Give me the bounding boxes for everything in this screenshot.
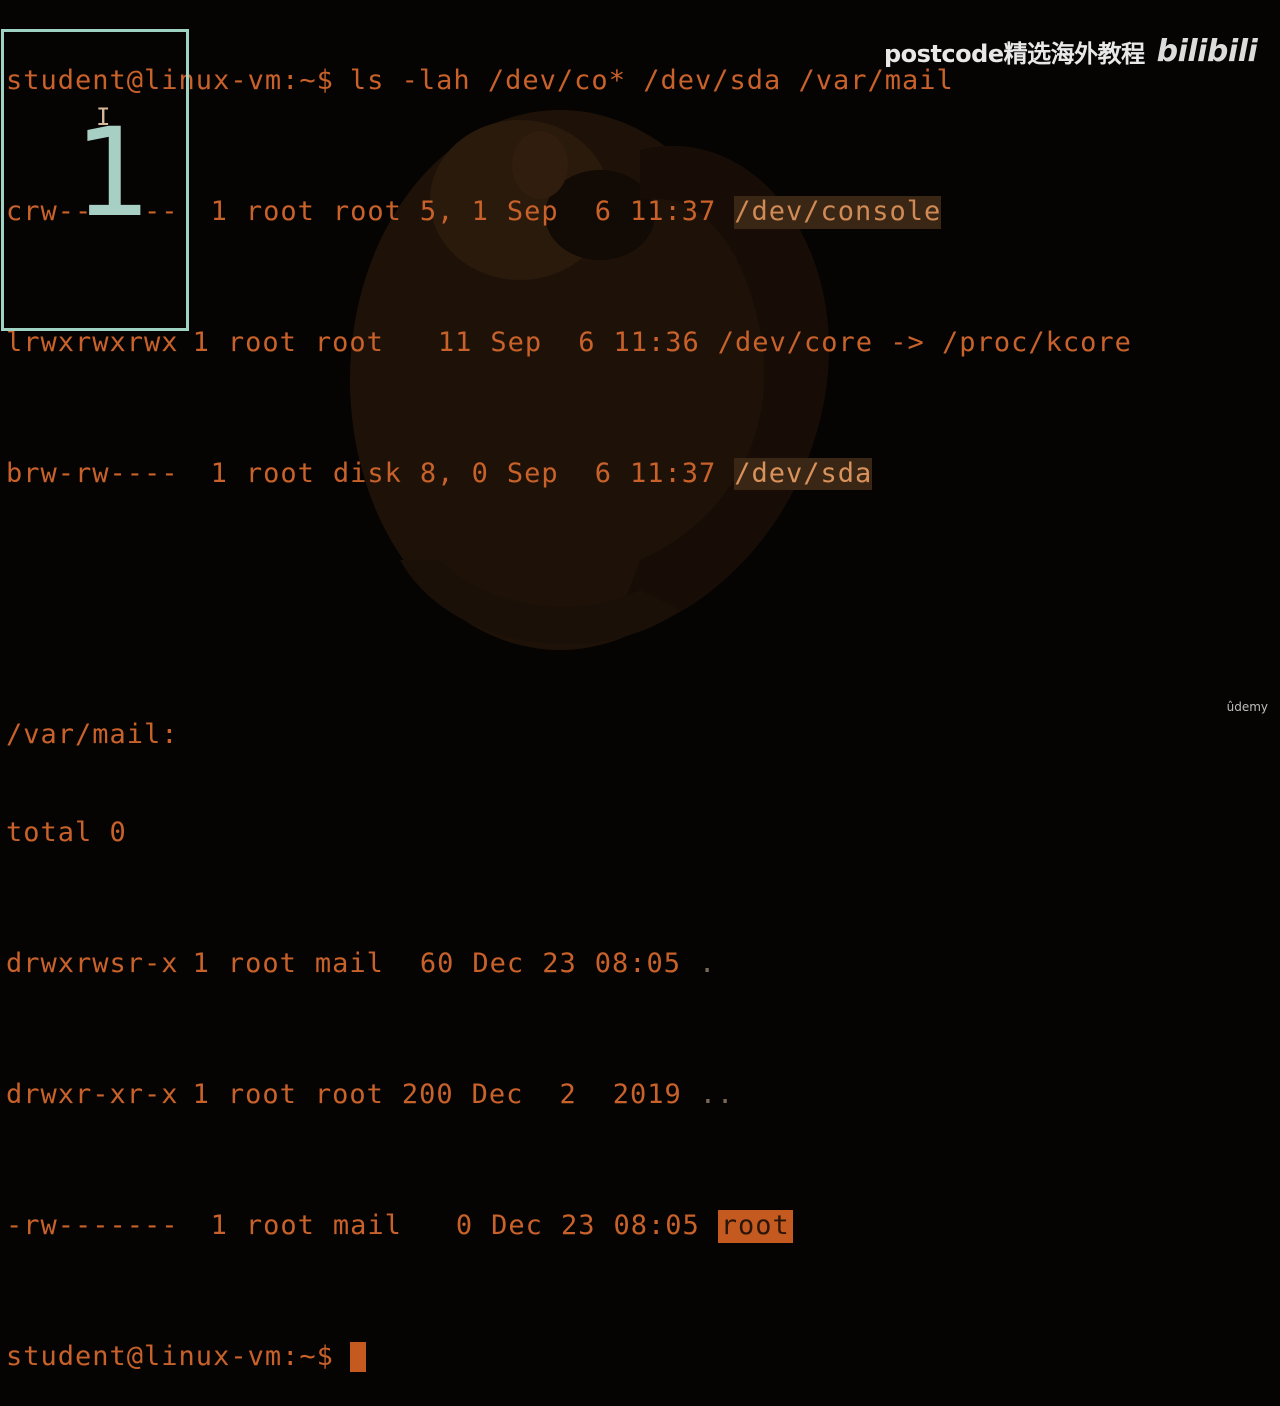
perms: -rw-------	[6, 1209, 179, 1241]
listing-row: brw-rw---- 1 root disk 8, 0 Sep 6 11:37/dev/sda	[6, 457, 1132, 491]
perms: drwxr-xr-x	[6, 1079, 179, 1111]
listing-row: drwxr-xr-x 1 root root 200 Dec 2 2019..	[6, 1079, 1132, 1112]
month: Dec	[491, 1209, 543, 1241]
terminal-cursor	[349, 1341, 366, 1372]
size: 0	[455, 1209, 474, 1241]
group: root	[314, 327, 384, 358]
filename: /dev/core -> /proc/kcore	[717, 327, 1132, 358]
links: 1	[210, 1209, 228, 1241]
listing-row: lrwxrwxrwx 1 root root 11 Sep 6 11:36/dev/core …	[6, 327, 1132, 360]
perms: lrwxrwxrwx	[6, 327, 179, 358]
size: 8, 0	[419, 457, 489, 489]
day: 6	[594, 457, 612, 489]
owner: root	[245, 196, 315, 228]
links: 1	[192, 948, 210, 980]
listing-row: drwxrwsr-x 1 root mail 60 Dec 23 08:05.	[6, 948, 1132, 981]
time: 11:37	[629, 457, 717, 489]
owner: root	[245, 457, 315, 489]
filename: .	[698, 948, 717, 980]
group: root	[314, 1079, 384, 1111]
filename: /dev/console	[734, 196, 942, 229]
group: mail	[314, 948, 384, 980]
month: Sep	[506, 196, 559, 228]
month: Dec	[472, 948, 525, 980]
watermark: postcode精选海外教程 bilibili	[884, 34, 1258, 69]
filename: ..	[699, 1079, 735, 1111]
day: 6	[578, 327, 596, 358]
prompt-line[interactable]: student@linux-vm:~$	[6, 1341, 1132, 1374]
month: Sep	[506, 457, 559, 489]
size: 60	[419, 948, 455, 980]
links: 1	[210, 196, 228, 228]
size: 11	[437, 327, 473, 358]
time: 08:05	[594, 948, 681, 980]
day: 23	[542, 948, 577, 980]
total-line: total 0	[6, 817, 127, 849]
owner: root	[227, 1079, 297, 1111]
owner: root	[227, 327, 297, 358]
owner: root	[245, 1209, 315, 1241]
day: 6	[594, 196, 612, 228]
links: 1	[192, 1079, 210, 1111]
time: 2019	[612, 1079, 682, 1111]
month: Dec	[471, 1079, 524, 1111]
annotation-number: 1	[74, 102, 152, 244]
listing-row: -rw------- 1 root mail 0 Dec 23 08:05 root	[6, 1209, 1132, 1243]
udemy-logo: ûdemy	[1226, 700, 1268, 714]
time: 11:37	[629, 196, 717, 228]
bilibili-logo: bilibili	[1156, 34, 1258, 69]
links: 1	[192, 327, 210, 358]
day: 23	[560, 1209, 596, 1241]
month: Sep	[490, 327, 543, 358]
watermark-text: postcode精选海外教程	[884, 40, 1145, 68]
text-cursor-icon: I	[96, 103, 111, 131]
size: 5, 1	[419, 196, 489, 228]
links: 1	[210, 457, 228, 489]
size: 200	[401, 1079, 454, 1111]
group: root	[332, 196, 402, 228]
time: 11:36	[613, 327, 700, 358]
day: 2	[559, 1079, 577, 1111]
dir-header: /var/mail:	[6, 719, 179, 751]
time: 08:05	[613, 1209, 700, 1241]
filename: /dev/sda	[734, 457, 873, 491]
prompt: student@linux-vm:~$	[6, 1340, 334, 1372]
command-text: ls -lah /dev/co* /dev/sda /var/mail	[349, 65, 954, 97]
perms: drwxrwsr-x	[6, 948, 179, 980]
filename: root	[717, 1209, 793, 1243]
group: disk	[332, 457, 402, 489]
perms: brw-rw----	[6, 457, 179, 489]
group: mail	[332, 1209, 402, 1241]
owner: root	[227, 948, 297, 980]
